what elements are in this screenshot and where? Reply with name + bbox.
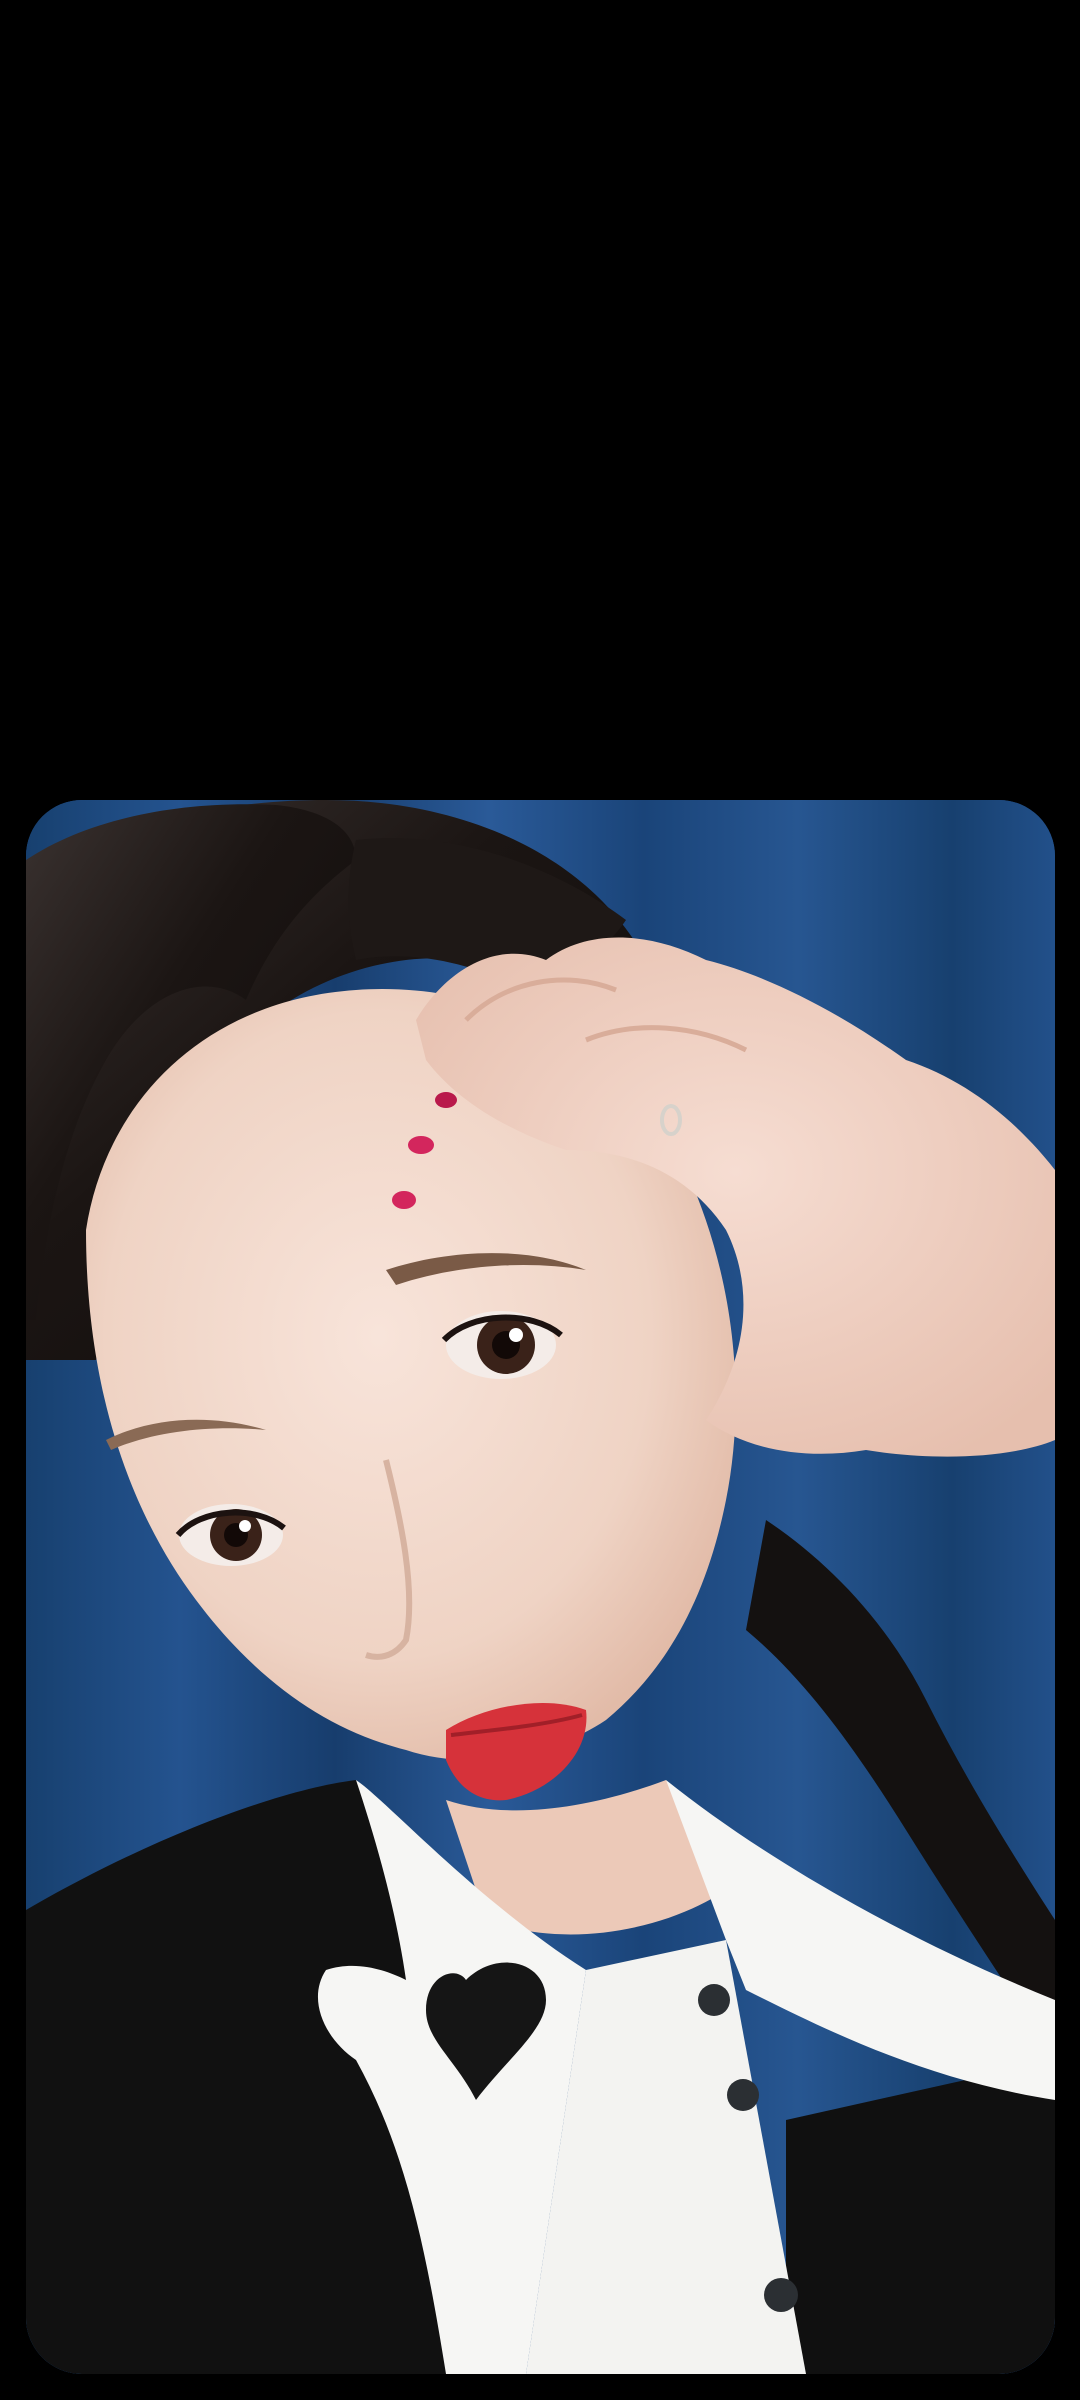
viewer-screen [0,0,1080,2400]
empty-top-area [0,0,1080,800]
photo-card[interactable] [26,800,1055,2374]
portrait-photo [26,800,1055,2374]
